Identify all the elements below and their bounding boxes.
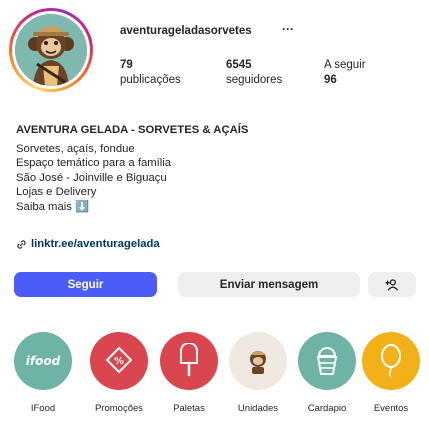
posts-count-label: publicações (120, 74, 181, 86)
following-count-value: 96 (324, 74, 337, 86)
bio-line: Sorvetes, açaís, fondue (16, 142, 135, 155)
highlight-label: Cardapio (307, 403, 347, 414)
highlight-label: Eventos (373, 403, 409, 414)
bio-line: Espaço temático para a família (16, 157, 172, 169)
highlight-label: Paletas (173, 403, 205, 414)
followers-count-label: seguidores (226, 74, 283, 86)
monkey-mascot-icon (15, 14, 87, 86)
popsicle-icon (160, 332, 218, 390)
follow-button[interactable]: Seguir (14, 272, 157, 297)
highlight-ifood[interactable]: ifood IFood (14, 332, 72, 414)
highlight-label: Unidades (237, 403, 279, 414)
ifood-logo-icon: ifood (14, 332, 72, 390)
bio-line: Saiba mais ⬇️ (16, 200, 90, 213)
send-message-button[interactable]: Enviar mensagem (178, 272, 360, 297)
followers-count-value: 6545 (226, 59, 252, 71)
following-count[interactable]: A seguir 96 (324, 58, 366, 88)
suggested-accounts-button[interactable] (368, 272, 416, 297)
tag-icon: % (90, 332, 148, 390)
posts-count-value: 79 (120, 59, 133, 71)
highlight-unidades[interactable]: Unidades (229, 332, 287, 414)
bio-line: São José - Joinville e Biguaçu (16, 171, 167, 184)
profile-link[interactable]: linktr.ee/aventuragelada (16, 238, 160, 250)
menu-cup-icon (298, 332, 356, 390)
posts-count: 79 publicações (120, 58, 181, 88)
profile-display-name: AVENTURA GELADA - SORVETES & AÇAÍS (16, 124, 249, 136)
balloon-icon (362, 332, 420, 390)
mascot-icon (229, 332, 287, 390)
highlight-label: Promoções (94, 403, 144, 414)
highlight-paletas[interactable]: Paletas (160, 332, 218, 414)
add-user-icon (385, 278, 399, 291)
profile-avatar[interactable] (9, 8, 93, 92)
story-highlights: ifood IFood % Promoções Paletas Unidades… (0, 332, 429, 422)
followers-count[interactable]: 6545 seguidores (226, 58, 282, 88)
link-icon (17, 239, 26, 249)
profile-link-text[interactable]: linktr.ee/aventuragelada (31, 238, 160, 250)
highlight-promocoes[interactable]: % Promoções (90, 332, 148, 414)
profile-bio: AVENTURA GELADA - SORVETES & AÇAÍS Sorve… (16, 123, 416, 214)
highlight-eventos[interactable]: Eventos (362, 332, 420, 414)
more-horizontal-icon[interactable]: ··· (282, 22, 294, 36)
svg-text:%: % (114, 356, 124, 367)
profile-username: aventurageladasorvetes (120, 25, 252, 37)
svg-text:ifood: ifood (26, 354, 61, 368)
highlight-cardapio[interactable]: Cardapio (298, 332, 356, 414)
highlight-label: IFood (30, 403, 56, 414)
following-count-label: A seguir (324, 59, 366, 71)
monkey-mascot-avatar (15, 14, 87, 86)
bio-line: Lojas e Delivery (16, 186, 97, 198)
